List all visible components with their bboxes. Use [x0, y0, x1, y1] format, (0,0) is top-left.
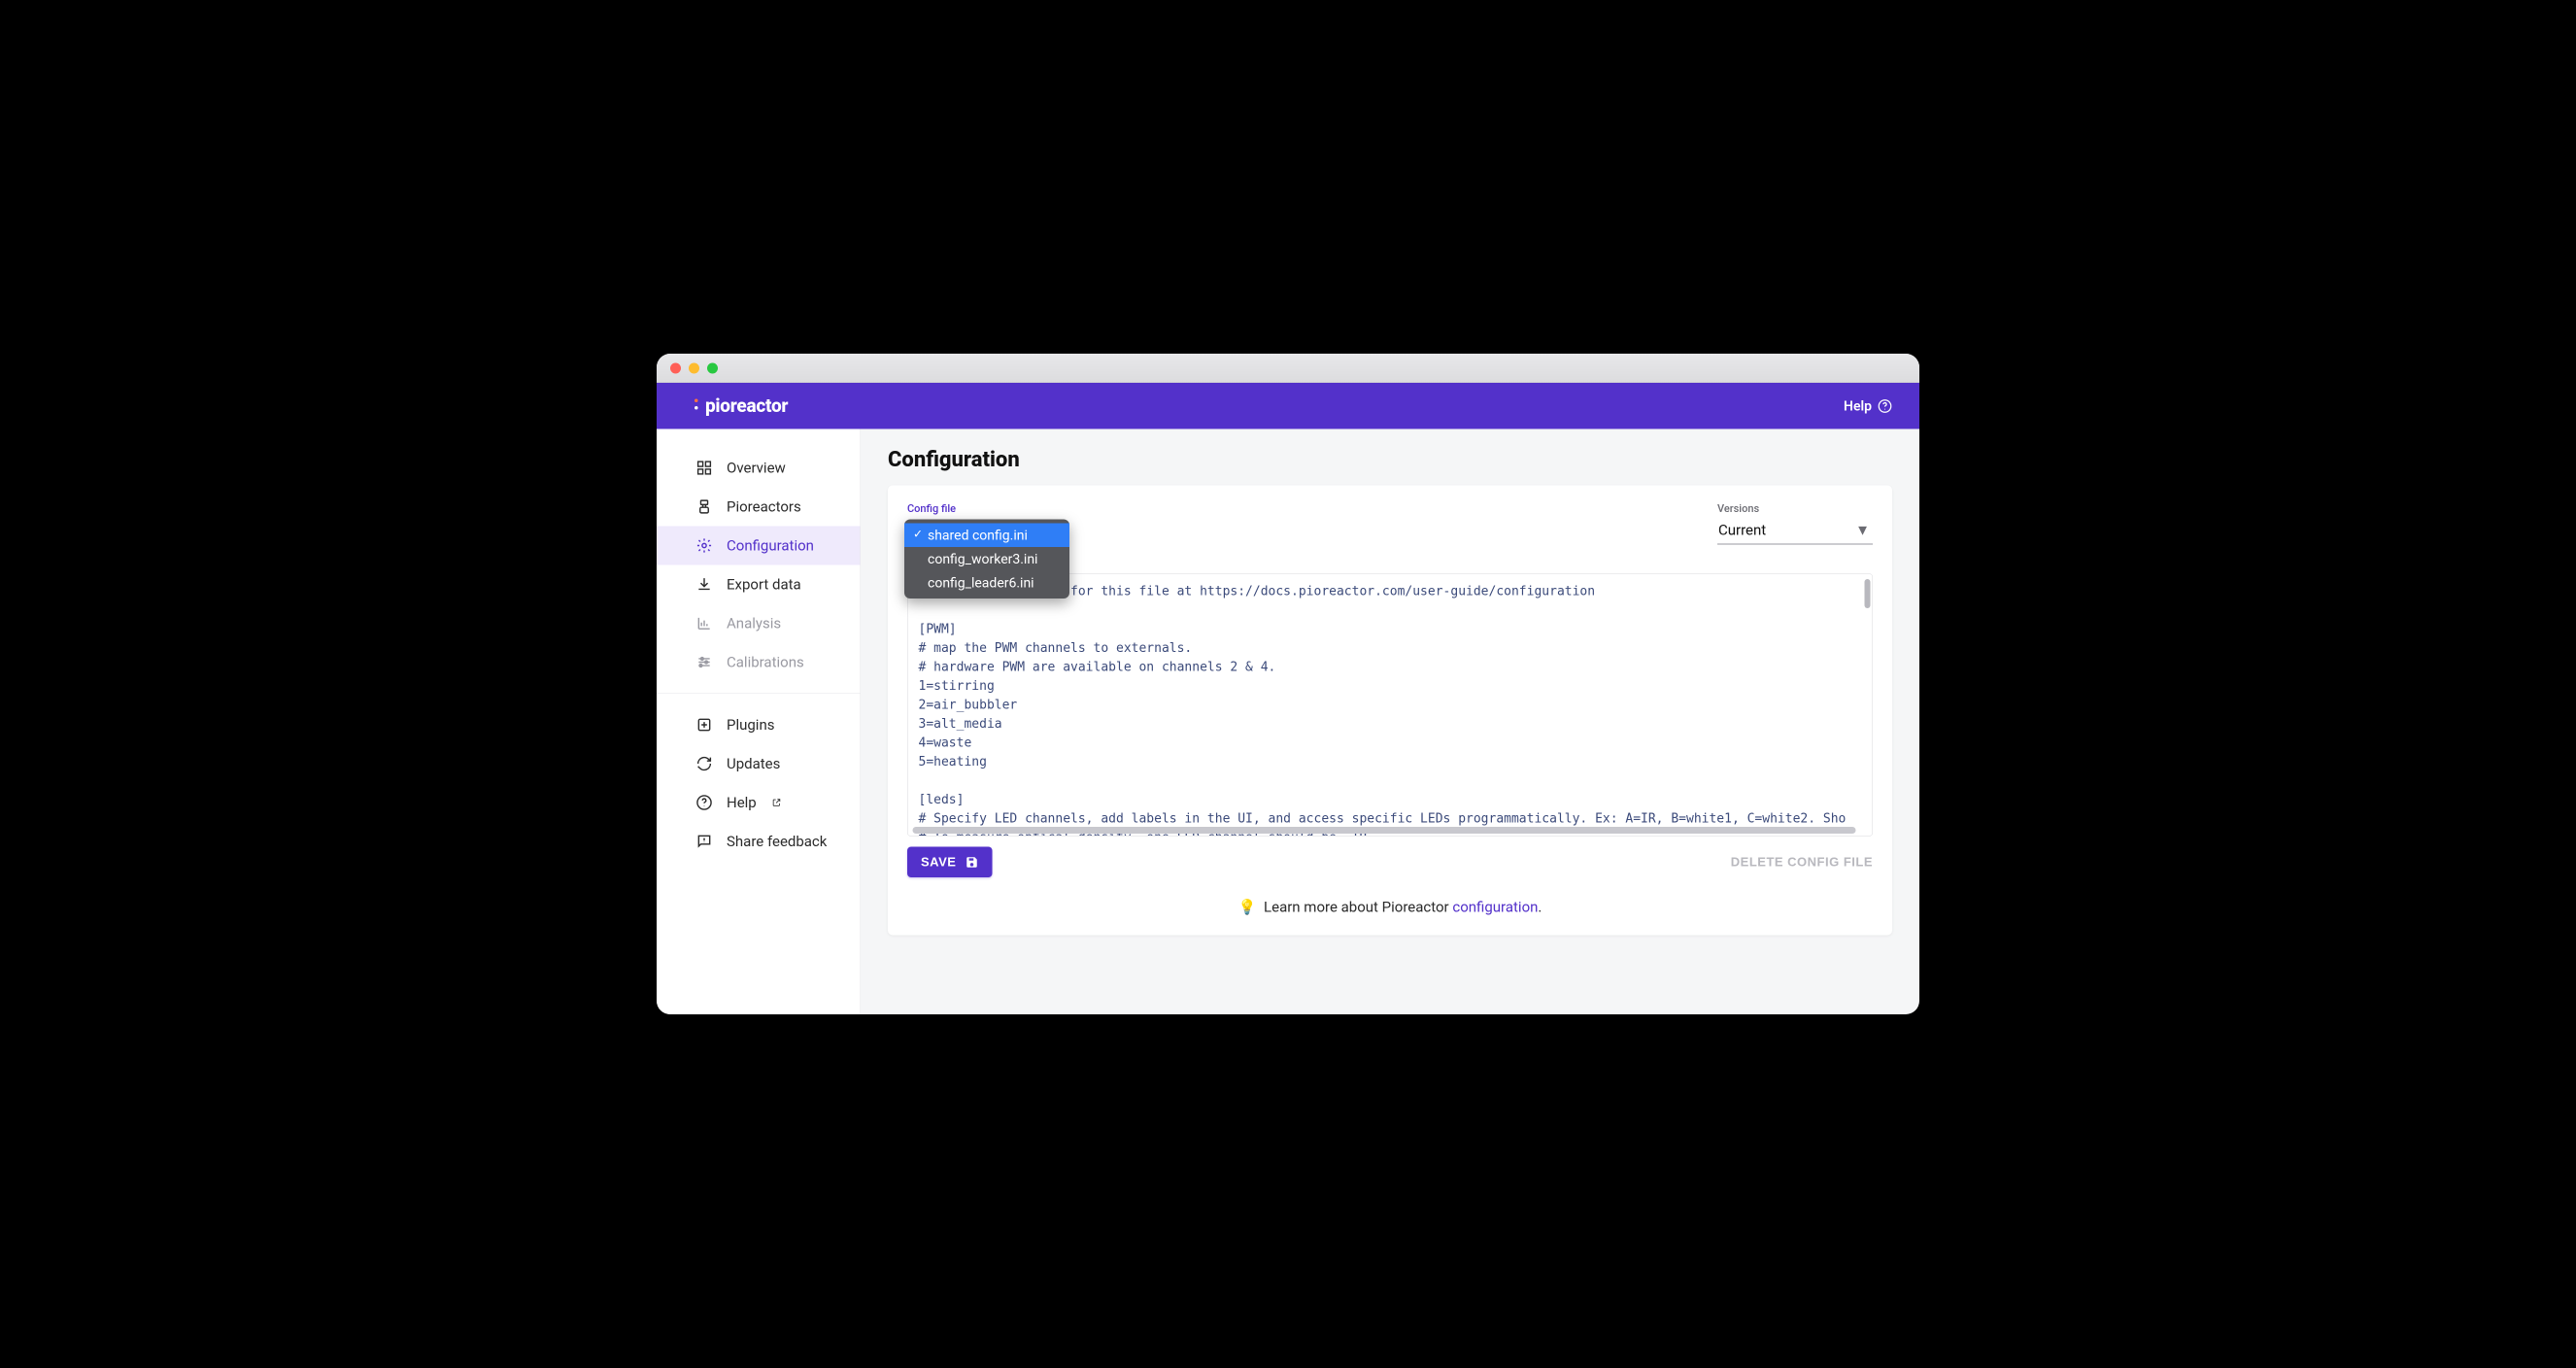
- app-body: Overview Pioreactors Configuration Export d…: [657, 429, 1919, 1015]
- sidebar-item-label: Export data: [727, 576, 801, 594]
- chevron-down-icon: ▼: [1855, 522, 1870, 539]
- page-title: Configuration: [888, 447, 1892, 472]
- pioreactors-icon: [695, 498, 713, 516]
- sidebar-item-export-data[interactable]: Export data: [657, 565, 861, 604]
- learn-more-text: 💡 Learn more about Pioreactor configurat…: [907, 899, 1873, 916]
- lightbulb-icon: 💡: [1238, 899, 1257, 916]
- save-button[interactable]: SAVE: [907, 847, 992, 878]
- config-file-option[interactable]: config_worker3.ini: [904, 547, 1069, 571]
- delete-config-button[interactable]: DELETE CONFIG FILE: [1731, 855, 1873, 871]
- sidebar-item-label: Calibrations: [727, 654, 804, 671]
- help-icon: [695, 794, 713, 811]
- config-file-label: Config file: [907, 503, 956, 516]
- logo-colon-icon: [695, 395, 704, 417]
- editor-scrollbar-horizontal[interactable]: [913, 827, 1856, 834]
- sidebar-item-label: Share feedback: [727, 833, 827, 850]
- card-actions: SAVE DELETE CONFIG FILE: [907, 847, 1873, 878]
- feedback-icon: [695, 833, 713, 850]
- plugin-icon: [695, 716, 713, 734]
- header-help-label: Help: [1844, 398, 1872, 415]
- app-window: pioreactor Help Overview Pioreactors Confi…: [657, 354, 1919, 1014]
- sidebar-item-label: Overview: [727, 460, 786, 477]
- sidebar-item-share-feedback[interactable]: Share feedback: [657, 822, 861, 861]
- sidebar-item-help[interactable]: Help: [657, 783, 861, 822]
- refresh-icon: [695, 755, 713, 772]
- sidebar-divider: [657, 694, 861, 695]
- sliders-icon: [695, 654, 713, 671]
- sidebar-item-plugins[interactable]: Plugins: [657, 705, 861, 744]
- sidebar-main-group: Overview Pioreactors Configuration Export d…: [657, 449, 861, 682]
- external-link-icon: [772, 798, 782, 807]
- learn-more-suffix: .: [1538, 899, 1542, 916]
- editor-scrollbar-vertical[interactable]: [1865, 579, 1871, 608]
- versions-field: Versions Current ▼: [1717, 503, 1873, 545]
- sidebar-item-label: Updates: [727, 755, 780, 772]
- save-icon: [965, 855, 978, 869]
- download-icon: [695, 576, 713, 594]
- sidebar-item-pioreactors[interactable]: Pioreactors: [657, 488, 861, 527]
- sidebar-item-label: Plugins: [727, 716, 774, 734]
- dashboard-icon: [695, 460, 713, 477]
- window-titlebar: [657, 354, 1919, 383]
- sidebar-item-label: Analysis: [727, 615, 781, 633]
- header-help-link[interactable]: Help: [1844, 398, 1892, 415]
- config-file-option[interactable]: shared config.ini: [904, 524, 1069, 548]
- config-card: Config file shared config.iniconfig_work…: [888, 486, 1892, 936]
- window-close-button[interactable]: [670, 362, 681, 373]
- learn-more-link[interactable]: configuration: [1452, 899, 1538, 916]
- versions-value: Current: [1718, 522, 1766, 539]
- versions-label: Versions: [1717, 503, 1873, 516]
- config-file-field: Config file shared config.iniconfig_work…: [907, 503, 956, 516]
- sidebar-item-analysis: Analysis: [657, 604, 861, 643]
- app-header: pioreactor Help: [657, 383, 1919, 429]
- config-editor-scroll[interactable]: # See documentation for this file at htt…: [908, 574, 1873, 836]
- brand-text: pioreactor: [705, 395, 788, 417]
- config-editor[interactable]: # See documentation for this file at htt…: [907, 574, 1873, 837]
- help-circle-icon: [1878, 398, 1892, 413]
- window-zoom-button[interactable]: [707, 362, 718, 373]
- sidebar-secondary-group: Plugins Updates Help Share feedback: [657, 705, 861, 861]
- card-top-row: Config file shared config.iniconfig_work…: [907, 503, 1873, 545]
- gear-icon: [695, 537, 713, 555]
- main-content: Configuration Config file shared config.…: [861, 429, 1919, 1015]
- brand-logo: pioreactor: [695, 395, 788, 417]
- sidebar-item-calibrations: Calibrations: [657, 643, 861, 682]
- sidebar-item-overview[interactable]: Overview: [657, 449, 861, 488]
- sidebar: Overview Pioreactors Configuration Export d…: [657, 429, 861, 1015]
- chart-icon: [695, 615, 713, 633]
- sidebar-item-label: Help: [727, 794, 757, 811]
- config-file-option[interactable]: config_leader6.ini: [904, 571, 1069, 596]
- config-file-dropdown[interactable]: shared config.iniconfig_worker3.iniconfi…: [904, 520, 1069, 599]
- config-editor-text[interactable]: # See documentation for this file at htt…: [919, 582, 1862, 836]
- sidebar-item-label: Configuration: [727, 537, 814, 555]
- learn-more-prefix: Learn more about Pioreactor: [1264, 899, 1452, 916]
- window-minimize-button[interactable]: [689, 362, 699, 373]
- sidebar-item-label: Pioreactors: [727, 498, 801, 516]
- sidebar-item-updates[interactable]: Updates: [657, 744, 861, 783]
- versions-select[interactable]: Current ▼: [1717, 518, 1873, 545]
- sidebar-item-configuration[interactable]: Configuration: [657, 527, 861, 565]
- save-button-label: SAVE: [921, 855, 956, 871]
